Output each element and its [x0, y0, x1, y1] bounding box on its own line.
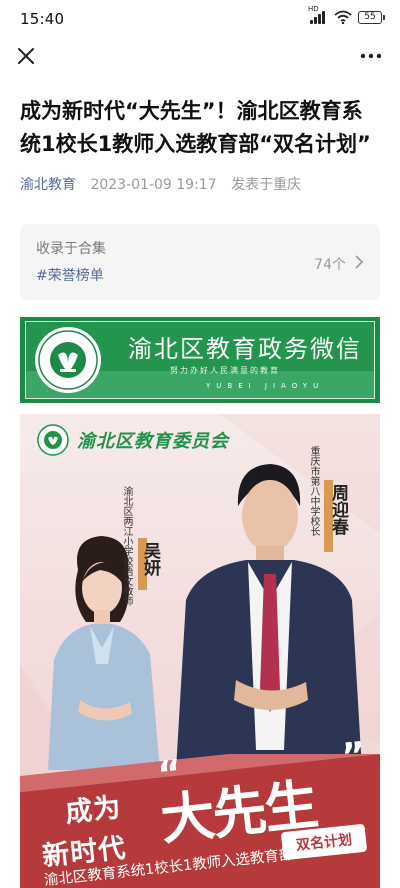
quote-close: ”	[339, 734, 368, 779]
collection-tag[interactable]: #荣誉榜单	[36, 265, 104, 285]
network-label: HD	[308, 5, 319, 13]
collection-card[interactable]: 收录于合集 #荣誉榜单 74个	[20, 224, 380, 300]
chevron-right-icon	[355, 255, 364, 269]
publish-date: 2023-01-09 19:17	[90, 177, 217, 193]
slogan-line-1: 成为	[63, 792, 123, 829]
teacher-name: 吴妍	[140, 542, 160, 576]
banner-slogan: 努力办好人民满意的教育	[170, 366, 280, 375]
article-title: 成为新时代“大先生”！渝北区教育系统1校长1教师入选教育部“双名计划”	[20, 99, 371, 156]
battery-icon: 55	[358, 10, 385, 24]
status-icons: HD 55	[308, 5, 385, 24]
teacher-title: 渝北区两江小学校语文教师	[121, 486, 132, 606]
wifi-icon	[334, 10, 352, 24]
banner-title: 渝北区教育政务微信	[128, 335, 362, 363]
article-meta: 渝北教育 2023-01-09 19:17 发表于重庆	[20, 174, 301, 194]
banner-pinyin: YUBEI JIAOYU	[206, 382, 325, 390]
account-banner: 渝北区教育政务微信 努力办好人民满意的教育 YUBEI JIAOYU	[20, 317, 380, 403]
education-logo-icon	[35, 327, 101, 393]
status-bar: 15:40 HD 55	[0, 0, 400, 36]
education-logo-icon	[37, 424, 69, 456]
battery-level: 55	[364, 12, 376, 22]
publish-location: 发表于重庆	[231, 177, 302, 193]
collection-count: 74个	[314, 257, 346, 273]
account-link[interactable]: 渝北教育	[20, 177, 76, 193]
collection-label: 收录于合集	[36, 241, 106, 257]
principal-title: 重庆市第八中学校长	[308, 446, 319, 536]
nav-bar	[0, 36, 400, 76]
close-icon[interactable]	[12, 42, 40, 70]
article-poster-image: 渝北区教育委员会 渝北区两江小学校语文教师 吴妍 重庆市第八中学校长 周迎春 “…	[20, 414, 380, 888]
signal-icon: HD	[308, 5, 328, 24]
more-icon[interactable]	[356, 42, 386, 70]
status-time: 15:40	[20, 10, 65, 28]
principal-name: 周迎春	[328, 484, 348, 535]
